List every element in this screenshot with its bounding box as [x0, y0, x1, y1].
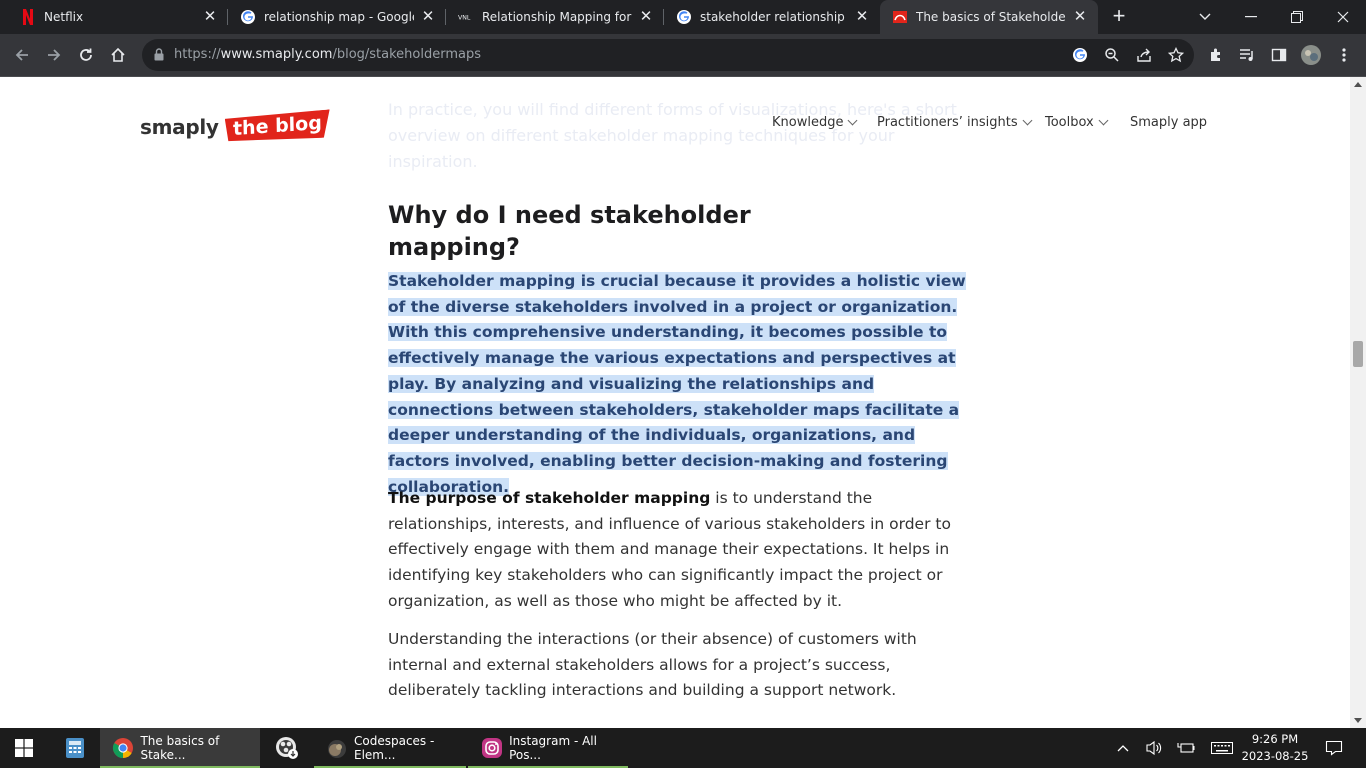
forward-icon[interactable]	[40, 41, 68, 69]
url-path: /blog/stakeholdermaps	[332, 47, 482, 62]
purpose-paragraph: The purpose of stakeholder mapping is to…	[388, 486, 968, 615]
taskbar-clock[interactable]: 9:26 PM 2023-08-25	[1240, 731, 1310, 765]
vnl-icon: VNL	[458, 9, 474, 25]
chevron-down-icon	[848, 115, 858, 126]
purpose-strong: The purpose of stakeholder mapping	[388, 489, 711, 507]
taskbar-chrome[interactable]: The basics of Stake...	[100, 728, 260, 768]
nav-label: Smaply app	[1130, 115, 1208, 130]
smaply-icon	[892, 9, 908, 25]
instagram-icon	[480, 736, 503, 760]
close-icon[interactable]: ✕	[854, 9, 870, 25]
obs-icon	[275, 736, 299, 760]
taskbar-codespaces[interactable]: Codespaces - Elem...	[314, 728, 466, 768]
section-heading: Why do I need stakeholder mapping?	[388, 201, 751, 261]
netflix-icon	[20, 9, 36, 25]
taskbar-app-label: Instagram - All Pos...	[509, 734, 597, 762]
tab-google-relationship[interactable]: relationship map - Google Se ✕	[228, 0, 446, 34]
chrome-icon	[112, 736, 134, 760]
tab-strip: Netflix ✕ relationship map - Google Se ✕…	[0, 0, 1366, 34]
nav-practitioners-insights[interactable]: Practitioners’ insights	[877, 115, 1033, 130]
app-icon	[326, 736, 348, 760]
page-scrollbar[interactable]	[1350, 77, 1366, 728]
tab-title: The basics of Stakeholder Ma	[916, 10, 1066, 24]
close-icon[interactable]: ✕	[420, 9, 436, 25]
notifications-icon[interactable]	[1318, 728, 1350, 768]
chevron-down-icon	[1022, 115, 1033, 126]
menu-dots-icon[interactable]	[1330, 41, 1358, 69]
tab-smaply-active[interactable]: The basics of Stakeholder Ma ✕	[880, 0, 1098, 34]
smaply-blog-logo[interactable]: smaply the blog	[140, 107, 330, 147]
reload-icon[interactable]	[72, 41, 100, 69]
close-icon[interactable]: ✕	[638, 9, 654, 25]
scroll-up-icon[interactable]	[1354, 82, 1362, 87]
scroll-down-icon[interactable]	[1354, 718, 1362, 723]
zoom-icon[interactable]	[1098, 41, 1126, 69]
side-panel-icon[interactable]	[1265, 41, 1293, 69]
highlighted-paragraph: Stakeholder mapping is crucial because i…	[388, 269, 968, 500]
scroll-thumb[interactable]	[1353, 341, 1363, 367]
new-tab-button[interactable]: +	[1108, 5, 1130, 28]
selected-text: Stakeholder mapping is crucial because i…	[388, 272, 966, 496]
web-page: In practice, you will find different for…	[0, 77, 1350, 728]
close-icon[interactable]: ✕	[202, 9, 218, 25]
faded-scrolled-text: In practice, you will find different for…	[388, 100, 957, 171]
tab-title: stakeholder relationship map	[700, 10, 848, 24]
google-icon	[240, 9, 256, 25]
nav-toolbox[interactable]: Toolbox	[1045, 115, 1109, 130]
nav-knowledge[interactable]: Knowledge	[772, 115, 858, 130]
restore-icon[interactable]	[1274, 0, 1320, 34]
url-domain: www.smaply.com	[220, 47, 333, 62]
close-icon[interactable]: ✕	[1072, 9, 1088, 25]
purpose-rest: is to understand the relationships, inte…	[388, 489, 951, 610]
calculator-taskbar-icon[interactable]	[52, 728, 98, 768]
share-icon[interactable]	[1130, 41, 1158, 69]
clock-date: 2023-08-25	[1241, 749, 1309, 763]
profile-avatar[interactable]	[1297, 41, 1325, 69]
address-bar[interactable]: https://www.smaply.com/blog/stakeholderm…	[142, 39, 1194, 71]
taskbar-instagram[interactable]: Instagram - All Pos...	[468, 728, 628, 768]
lock-icon[interactable]	[154, 48, 164, 66]
logo-word: smaply	[140, 115, 219, 139]
interactions-paragraph: Understanding the interactions (or their…	[388, 630, 917, 700]
back-icon[interactable]	[8, 41, 36, 69]
nav-label: Practitioners’ insights	[877, 115, 1018, 130]
show-hidden-icons-icon[interactable]	[1112, 728, 1134, 768]
minimize-icon[interactable]	[1228, 0, 1274, 34]
google-icon	[676, 9, 692, 25]
tab-search-icon[interactable]	[1182, 0, 1228, 34]
nav-label: Toolbox	[1045, 115, 1094, 130]
windows-start-icon[interactable]	[0, 728, 48, 768]
volume-icon[interactable]	[1142, 728, 1166, 768]
google-lens-icon[interactable]	[1066, 41, 1094, 69]
browser-toolbar: https://www.smaply.com/blog/stakeholderm…	[0, 34, 1366, 77]
home-icon[interactable]	[104, 41, 132, 69]
tab-title: relationship map - Google Se	[264, 10, 414, 24]
logo-badge: the blog	[224, 109, 329, 144]
extensions-icon[interactable]	[1202, 41, 1230, 69]
taskbar-obs[interactable]	[262, 728, 312, 768]
taskbar-app-label: The basics of Stake...	[140, 734, 220, 762]
tab-vnl[interactable]: VNL Relationship Mapping for Pul ✕	[446, 0, 664, 34]
url-text: https://www.smaply.com/blog/stakeholderm…	[174, 47, 481, 62]
media-controls-icon[interactable]	[1233, 41, 1261, 69]
svg-text:VNL: VNL	[458, 15, 471, 22]
clock-time: 9:26 PM	[1251, 732, 1299, 746]
nav-smaply-app[interactable]: Smaply app	[1130, 115, 1207, 130]
close-window-icon[interactable]	[1320, 0, 1366, 34]
url-prefix: https://	[174, 47, 221, 62]
windows-taskbar: The basics of Stake... Codespaces - Elem…	[0, 728, 1366, 768]
taskbar-app-label: Codespaces - Elem...	[354, 734, 435, 762]
chevron-down-icon	[1098, 115, 1109, 126]
bookmark-star-icon[interactable]	[1162, 41, 1190, 69]
battery-icon[interactable]	[1174, 728, 1198, 768]
tab-google-stakeholder[interactable]: stakeholder relationship map ✕	[664, 0, 880, 34]
tab-title: Relationship Mapping for Pul	[482, 10, 632, 24]
tab-netflix[interactable]: Netflix ✕	[8, 0, 228, 34]
tab-title: Netflix	[44, 10, 84, 24]
nav-label: Knowledge	[772, 115, 844, 130]
keyboard-icon[interactable]	[1208, 728, 1236, 768]
